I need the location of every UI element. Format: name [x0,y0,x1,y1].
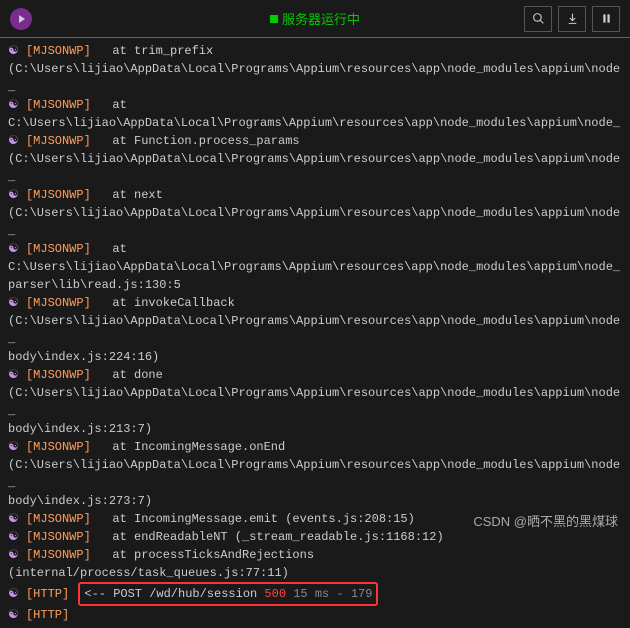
prompt-icon: ☯ [8,296,19,310]
log-line: ☯ [MJSONWP] at done [8,366,622,384]
log-line: (C:\Users\lijiao\AppData\Local\Programs\… [8,312,622,348]
log-line: body\index.js:213:7) [8,420,622,438]
mjsonwp-tag: [MJSONWP] [26,242,91,256]
log-line: ☯ [MJSONWP] at next [8,186,622,204]
http-tag: [HTTP] [26,608,69,622]
download-icon [566,12,579,25]
log-line: parser\lib\read.js:130:5 [8,276,622,294]
prompt-icon: ☯ [8,134,19,148]
mjsonwp-tag: [MJSONWP] [26,548,91,562]
search-icon [532,12,545,25]
log-line: body\index.js:273:7) [8,492,622,510]
mjsonwp-tag: [MJSONWP] [26,188,91,202]
mjsonwp-tag: [MJSONWP] [26,134,91,148]
prompt-icon: ☯ [8,368,19,382]
download-button[interactable] [558,6,586,32]
header-actions [524,6,620,32]
prompt-icon: ☯ [8,608,19,622]
log-line: (C:\Users\lijiao\AppData\Local\Programs\… [8,384,622,420]
mjsonwp-tag: [MJSONWP] [26,512,91,526]
log-line: ☯ [MJSONWP] at endReadableNT (_stream_re… [8,528,622,546]
prompt-icon: ☯ [8,530,19,544]
status-text: 服务器运行中 [282,9,360,28]
prompt-icon: ☯ [8,98,19,112]
log-line: ☯ [MJSONWP] at processTicksAndRejections [8,546,622,564]
log-line: C:\Users\lijiao\AppData\Local\Programs\A… [8,114,622,132]
log-line: body\index.js:224:16) [8,348,622,366]
log-line: ☯ [MJSONWP] at [8,240,622,258]
log-line: (internal/process/task_queues.js:77:11) [8,564,622,582]
http-log-line: ☯ [HTTP] [8,606,622,624]
log-line: ☯ [MJSONWP] at Function.process_params [8,132,622,150]
server-status: 服务器运行中 [270,9,360,28]
mjsonwp-tag: [MJSONWP] [26,530,91,544]
prompt-icon: ☯ [8,587,19,601]
http-tag: [HTTP] [26,587,69,601]
prompt-icon: ☯ [8,440,19,454]
prompt-icon: ☯ [8,548,19,562]
log-line: C:\Users\lijiao\AppData\Local\Programs\A… [8,258,622,276]
mjsonwp-tag: [MJSONWP] [26,44,91,58]
log-line: (C:\Users\lijiao\AppData\Local\Programs\… [8,456,622,492]
mjsonwp-tag: [MJSONWP] [26,296,91,310]
terminal-output[interactable]: ☯ [MJSONWP] at trim_prefix(C:\Users\liji… [0,38,630,628]
prompt-icon: ☯ [8,242,19,256]
app-header: 服务器运行中 [0,0,630,38]
log-line: ☯ [MJSONWP] at IncomingMessage.onEnd [8,438,622,456]
mjsonwp-tag: [MJSONWP] [26,440,91,454]
log-line: (C:\Users\lijiao\AppData\Local\Programs\… [8,150,622,186]
log-line: (C:\Users\lijiao\AppData\Local\Programs\… [8,60,622,96]
http-highlight: <-- POST /wd/hub/session 500 15 ms - 179 [78,582,378,606]
watermark: CSDN @晒不黑的黑煤球 [473,511,618,530]
prompt-icon: ☯ [8,188,19,202]
status-indicator-icon [270,15,278,23]
mjsonwp-tag: [MJSONWP] [26,98,91,112]
log-line: ☯ [MJSONWP] at trim_prefix [8,42,622,60]
log-line: (C:\Users\lijiao\AppData\Local\Programs\… [8,204,622,240]
pause-icon [601,12,612,25]
mjsonwp-tag: [MJSONWP] [26,368,91,382]
play-logo-icon [10,8,32,30]
prompt-icon: ☯ [8,512,19,526]
log-line: ☯ [MJSONWP] at invokeCallback [8,294,622,312]
log-line: ☯ [MJSONWP] at [8,96,622,114]
pause-button[interactable] [592,6,620,32]
status-code: 500 [264,587,286,601]
http-log-line: ☯ [HTTP] <-- POST /wd/hub/session 500 15… [8,582,622,606]
prompt-icon: ☯ [8,44,19,58]
search-button[interactable] [524,6,552,32]
